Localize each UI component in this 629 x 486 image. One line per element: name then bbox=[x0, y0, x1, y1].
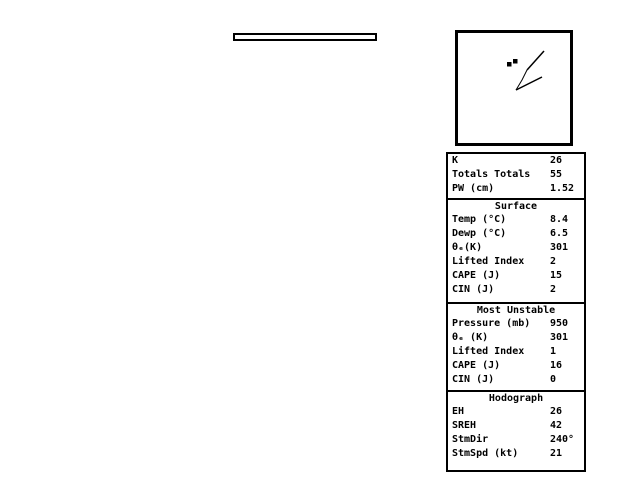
index-label: CIN (J) bbox=[452, 373, 494, 387]
index-label: StmSpd (kt) bbox=[452, 447, 518, 461]
most-unstable-indices-table: Most UnstablePressure (mb)950θₑ (K)301Li… bbox=[446, 302, 586, 394]
hodograph-panel bbox=[455, 30, 573, 146]
index-row-lifted-index: Lifted Index 2 bbox=[448, 255, 584, 269]
index-section-title: Surface bbox=[448, 200, 584, 213]
index-row-dewp-c-: Dewp (°C) 6.5 bbox=[448, 227, 584, 241]
index-row-stmspd-kt-: StmSpd (kt) 21 bbox=[448, 447, 584, 461]
index-label: Lifted Index bbox=[452, 255, 524, 269]
index-row-cape-j-: CAPE (J) 16 bbox=[448, 359, 584, 373]
surface-indices-table: SurfaceTemp (°C)8.4Dewp (°C)6.5θₑ(K)301L… bbox=[446, 198, 586, 306]
index-row-eh: EH 26 bbox=[448, 405, 584, 419]
index-label: StmDir bbox=[452, 433, 488, 447]
index-value: 2 bbox=[550, 283, 556, 297]
index-value: 21 bbox=[550, 447, 562, 461]
index-label: CAPE (J) bbox=[452, 359, 500, 373]
index-row-lifted-index: Lifted Index 1 bbox=[448, 345, 584, 359]
index-value: 6.5 bbox=[550, 227, 568, 241]
index-row--k-: θₑ (K) 301 bbox=[448, 331, 584, 345]
index-value: 1.52 bbox=[550, 182, 574, 196]
index-row-cin-j-: CIN (J) 2 bbox=[448, 283, 584, 297]
indices-summary-table: K 26 Totals Totals 55 PW (cm) 1.52 bbox=[446, 152, 586, 202]
index-value: 42 bbox=[550, 419, 562, 433]
index-value: 1 bbox=[550, 345, 556, 359]
index-label: Totals Totals bbox=[452, 168, 530, 182]
index-value: 2 bbox=[550, 255, 556, 269]
chart-legend bbox=[233, 33, 377, 41]
index-label: CIN (J) bbox=[452, 283, 494, 297]
index-section-title: Most Unstable bbox=[448, 304, 584, 317]
index-value: 15 bbox=[550, 269, 562, 283]
index-label: Pressure (mb) bbox=[452, 317, 530, 331]
index-value: 26 bbox=[550, 405, 562, 419]
index-row-k: K 26 bbox=[448, 154, 584, 168]
index-value: 16 bbox=[550, 359, 562, 373]
index-row-pressure-mb-: Pressure (mb) 950 bbox=[448, 317, 584, 331]
index-value: 301 bbox=[550, 331, 568, 345]
index-row--k-: θₑ(K) 301 bbox=[448, 241, 584, 255]
index-label: K bbox=[452, 154, 458, 168]
index-row-cin-j-: CIN (J) 0 bbox=[448, 373, 584, 387]
hodograph-plot bbox=[458, 33, 570, 143]
index-label: PW (cm) bbox=[452, 182, 494, 196]
index-row-pw-cm-: PW (cm) 1.52 bbox=[448, 182, 584, 196]
index-value: 55 bbox=[550, 168, 562, 182]
index-value: 301 bbox=[550, 241, 568, 255]
index-value: 8.4 bbox=[550, 213, 568, 227]
index-label: Dewp (°C) bbox=[452, 227, 506, 241]
hodograph-indices-table: HodographEH26SREH42StmDir240°StmSpd (kt)… bbox=[446, 390, 586, 472]
index-row-temp-c-: Temp (°C) 8.4 bbox=[448, 213, 584, 227]
index-label: SREH bbox=[452, 419, 476, 433]
index-value: 0 bbox=[550, 373, 556, 387]
index-value: 950 bbox=[550, 317, 568, 331]
index-label: CAPE (J) bbox=[452, 269, 500, 283]
index-row-stmdir: StmDir 240° bbox=[448, 433, 584, 447]
index-label: EH bbox=[452, 405, 464, 419]
skewt-sounding-page: K 26 Totals Totals 55 PW (cm) 1.52 SurfaceTem… bbox=[0, 0, 629, 486]
index-label: Lifted Index bbox=[452, 345, 524, 359]
index-label: θₑ(K) bbox=[452, 241, 482, 255]
index-label: Temp (°C) bbox=[452, 213, 506, 227]
index-value: 240° bbox=[550, 433, 574, 447]
index-value: 26 bbox=[550, 154, 562, 168]
index-row-sreh: SREH 42 bbox=[448, 419, 584, 433]
index-section-title: Hodograph bbox=[448, 392, 584, 405]
index-row-cape-j-: CAPE (J) 15 bbox=[448, 269, 584, 283]
index-label: θₑ (K) bbox=[452, 331, 488, 345]
index-row-totals-totals: Totals Totals 55 bbox=[448, 168, 584, 182]
